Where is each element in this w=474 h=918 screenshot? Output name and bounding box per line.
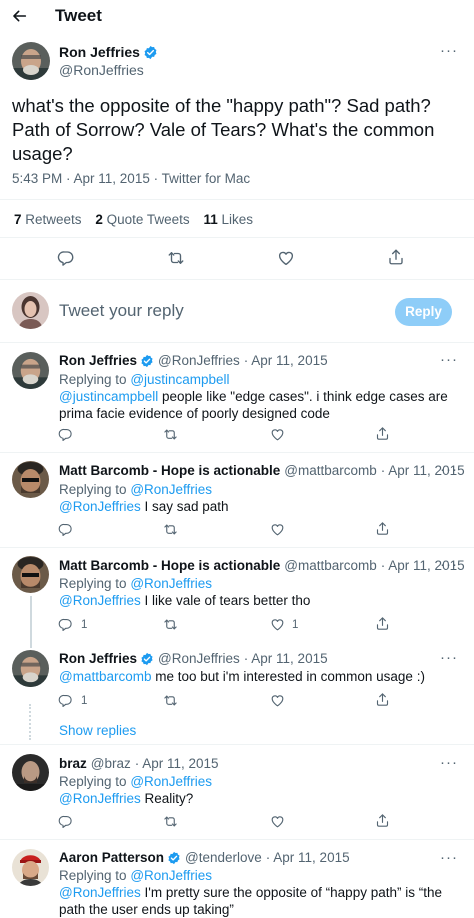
- mention-link[interactable]: @RonJeffries: [59, 791, 141, 806]
- retweet-icon[interactable]: [163, 427, 178, 442]
- reply-handle[interactable]: @braz: [91, 756, 131, 771]
- mention-link[interactable]: @mattbarcomb: [59, 669, 151, 684]
- reply-icon[interactable]: [58, 617, 73, 632]
- reply-author-name[interactable]: Matt Barcomb - Hope is actionable: [59, 558, 280, 573]
- current-user-avatar: [12, 292, 49, 329]
- reply-author-name[interactable]: Ron Jeffries: [59, 651, 137, 666]
- reply-input[interactable]: Tweet your reply: [59, 301, 184, 321]
- replying-to-link[interactable]: @RonJeffries: [130, 576, 212, 591]
- reply-count: 1: [81, 619, 88, 631]
- verified-badge-icon: [140, 354, 154, 368]
- reply-text: @RonJeffries I say sad path: [59, 499, 229, 514]
- tweet-stats: 7 Retweets 2 Quote Tweets 11 Likes: [14, 212, 253, 227]
- like-icon[interactable]: [270, 814, 285, 829]
- mention-link[interactable]: @justincampbell: [59, 389, 158, 404]
- more-options-icon[interactable]: ···: [440, 42, 458, 59]
- avatar[interactable]: [12, 650, 49, 687]
- reply-date[interactable]: · Apr 11, 2015: [244, 353, 328, 368]
- reply-date[interactable]: · Apr 11, 2015: [135, 756, 219, 771]
- like-icon[interactable]: [277, 249, 295, 267]
- author-handle[interactable]: @RonJeffries: [59, 62, 144, 78]
- back-arrow-icon[interactable]: [12, 8, 28, 24]
- reply-author-name[interactable]: braz: [59, 756, 87, 771]
- retweet-icon[interactable]: [163, 693, 178, 708]
- avatar[interactable]: [12, 352, 49, 389]
- verified-badge-icon: [143, 45, 158, 60]
- like-count: 1: [292, 619, 299, 631]
- verified-badge-icon: [167, 851, 181, 865]
- reply-date[interactable]: · Apr 11, 2015: [266, 850, 350, 865]
- reply-author-name[interactable]: Matt Barcomb - Hope is actionable: [59, 463, 280, 478]
- show-replies-link[interactable]: Show replies: [59, 723, 136, 738]
- avatar[interactable]: [12, 849, 49, 886]
- reply-handle[interactable]: @tenderlove: [185, 850, 262, 865]
- reply-handle[interactable]: @RonJeffries: [158, 353, 240, 368]
- tweet-text: what's the opposite of the "happy path"?…: [12, 95, 435, 164]
- retweet-icon[interactable]: [163, 522, 178, 537]
- reply-icon[interactable]: [57, 249, 75, 267]
- reply-icon[interactable]: [58, 814, 73, 829]
- reply-author-name[interactable]: Aaron Patterson: [59, 850, 164, 865]
- retweet-icon[interactable]: [163, 814, 178, 829]
- replying-to-link[interactable]: @justincampbell: [130, 372, 229, 387]
- like-icon[interactable]: [270, 617, 285, 632]
- replying-to-label: Replying to: [59, 372, 127, 387]
- reply-count: 1: [81, 695, 88, 707]
- more-options-icon[interactable]: ···: [440, 849, 458, 866]
- avatar[interactable]: [12, 556, 49, 593]
- reply-text: @RonJeffries I'm pretty sure the opposit…: [59, 885, 442, 917]
- replying-to-label: Replying to: [59, 576, 127, 591]
- avatar[interactable]: [12, 42, 50, 80]
- more-options-icon[interactable]: ···: [440, 351, 458, 368]
- reply-button[interactable]: Reply: [395, 298, 452, 326]
- replying-to-link[interactable]: @RonJeffries: [130, 774, 212, 789]
- tweet-timestamp[interactable]: 5:43 PM · Apr 11, 2015 · Twitter for Mac: [12, 171, 250, 186]
- avatar[interactable]: [12, 754, 49, 791]
- reply-icon[interactable]: [58, 522, 73, 537]
- mention-link[interactable]: @RonJeffries: [59, 499, 141, 514]
- share-icon[interactable]: [375, 426, 390, 441]
- reply-icon[interactable]: [58, 693, 73, 708]
- reply-author-name[interactable]: Ron Jeffries: [59, 353, 137, 368]
- like-icon[interactable]: [270, 693, 285, 708]
- reply-text: @RonJeffries Reality?: [59, 791, 194, 806]
- quote-tweets-stat[interactable]: 2 Quote Tweets: [95, 212, 189, 227]
- more-options-icon[interactable]: ···: [440, 649, 458, 666]
- author-name[interactable]: Ron Jeffries: [59, 44, 140, 60]
- share-icon[interactable]: [375, 692, 390, 707]
- replying-to-link[interactable]: @RonJeffries: [130, 482, 212, 497]
- more-options-icon[interactable]: ···: [440, 754, 458, 771]
- reply-text: @RonJeffries I like vale of tears better…: [59, 593, 311, 608]
- retweets-stat[interactable]: 7 Retweets: [14, 212, 82, 227]
- reply-text: @mattbarcomb me too but i'm interested i…: [59, 669, 425, 684]
- more-options-icon[interactable]: ···: [440, 461, 458, 478]
- reply-date[interactable]: · Apr 11, 2015: [244, 651, 328, 666]
- verified-badge-icon: [140, 652, 154, 666]
- retweet-icon[interactable]: [167, 249, 185, 267]
- replying-to-label: Replying to: [59, 868, 127, 883]
- reply-handle[interactable]: @mattbarcomb: [284, 463, 376, 478]
- share-icon[interactable]: [375, 813, 390, 828]
- replying-to-label: Replying to: [59, 774, 127, 789]
- mention-link[interactable]: @RonJeffries: [59, 593, 141, 608]
- avatar[interactable]: [12, 461, 49, 498]
- reply-handle[interactable]: @RonJeffries: [158, 651, 240, 666]
- reply-handle[interactable]: @mattbarcomb: [284, 558, 376, 573]
- thread-line: [30, 596, 32, 648]
- share-icon[interactable]: [375, 616, 390, 631]
- replying-to-label: Replying to: [59, 482, 127, 497]
- reply-text: @justincampbell people like "edge cases"…: [59, 389, 448, 421]
- more-options-icon[interactable]: ···: [440, 556, 458, 573]
- likes-stat[interactable]: 11 Likes: [203, 212, 253, 227]
- thread-dots: [29, 704, 35, 740]
- reply-icon[interactable]: [58, 427, 73, 442]
- share-icon[interactable]: [387, 248, 405, 266]
- like-icon[interactable]: [270, 427, 285, 442]
- like-icon[interactable]: [270, 522, 285, 537]
- mention-link[interactable]: @RonJeffries: [59, 885, 141, 900]
- replying-to-link[interactable]: @RonJeffries: [130, 868, 212, 883]
- retweet-icon[interactable]: [163, 617, 178, 632]
- share-icon[interactable]: [375, 521, 390, 536]
- page-title: Tweet: [55, 6, 102, 25]
